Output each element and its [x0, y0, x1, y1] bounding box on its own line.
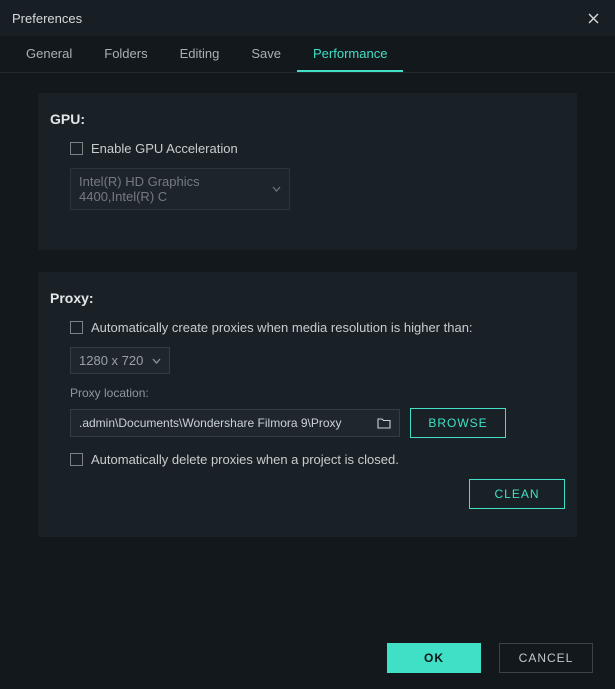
- enable-gpu-checkbox[interactable]: [70, 142, 83, 155]
- folder-icon: [377, 417, 391, 429]
- tabs: General Folders Editing Save Performance: [0, 36, 615, 73]
- close-icon[interactable]: [583, 8, 603, 28]
- proxy-resolution-select[interactable]: 1280 x 720: [70, 347, 170, 374]
- cancel-button[interactable]: CANCEL: [499, 643, 593, 673]
- proxy-path-value: .admin\Documents\Wondershare Filmora 9\P…: [79, 416, 342, 430]
- proxy-path-field[interactable]: .admin\Documents\Wondershare Filmora 9\P…: [70, 409, 400, 437]
- gpu-panel: GPU: Enable GPU Acceleration Intel(R) HD…: [38, 93, 577, 250]
- proxy-heading: Proxy:: [50, 290, 565, 306]
- proxy-panel: Proxy: Automatically create proxies when…: [38, 272, 577, 537]
- gpu-device-value: Intel(R) HD Graphics 4400,Intel(R) C: [79, 174, 264, 204]
- enable-gpu-label: Enable GPU Acceleration: [91, 141, 238, 156]
- tab-general[interactable]: General: [10, 36, 88, 72]
- content: GPU: Enable GPU Acceleration Intel(R) HD…: [0, 73, 615, 537]
- gpu-heading: GPU:: [50, 111, 565, 127]
- tab-editing[interactable]: Editing: [164, 36, 236, 72]
- auto-create-proxy-label: Automatically create proxies when media …: [91, 320, 473, 335]
- auto-delete-proxy-checkbox[interactable]: [70, 453, 83, 466]
- footer: OK CANCEL: [387, 643, 593, 673]
- browse-button[interactable]: BROWSE: [410, 408, 506, 438]
- chevron-down-icon: [152, 358, 161, 364]
- auto-create-proxy-checkbox[interactable]: [70, 321, 83, 334]
- proxy-location-label: Proxy location:: [50, 386, 565, 400]
- tab-performance[interactable]: Performance: [297, 36, 403, 72]
- ok-button[interactable]: OK: [387, 643, 481, 673]
- window-title: Preferences: [12, 11, 82, 26]
- proxy-resolution-value: 1280 x 720: [79, 353, 143, 368]
- tab-save[interactable]: Save: [235, 36, 297, 72]
- tab-folders[interactable]: Folders: [88, 36, 163, 72]
- clean-button[interactable]: CLEAN: [469, 479, 565, 509]
- titlebar: Preferences: [0, 0, 615, 36]
- auto-delete-proxy-label: Automatically delete proxies when a proj…: [91, 452, 399, 467]
- chevron-down-icon: [272, 186, 281, 192]
- gpu-device-select[interactable]: Intel(R) HD Graphics 4400,Intel(R) C: [70, 168, 290, 210]
